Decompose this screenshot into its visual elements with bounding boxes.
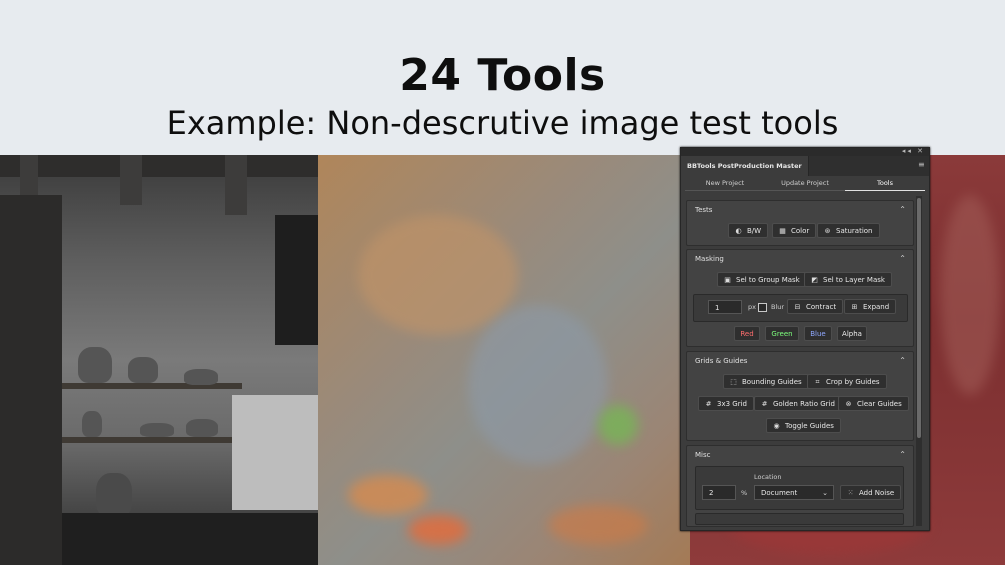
panel-topbar: ◂◂ ✕ (681, 147, 929, 156)
slide-title: 24 Tools (399, 50, 606, 101)
section-grids-title: Grids & Guides (695, 357, 748, 365)
scrollbar-thumb[interactable] (917, 198, 921, 438)
mask-adjust-box: 1 px Blur ⊟ Contract ⊞ Expand (693, 294, 908, 322)
golden-ratio-grid-button[interactable]: # Golden Ratio Grid (754, 396, 842, 411)
panel-titlebar: BBTools PostProduction Master ≡ (681, 156, 929, 176)
contrast-icon: ◐ (735, 227, 742, 235)
section-tests: Tests ⌃ ◐ B/W ▦ Color ⊛ Saturation (686, 200, 914, 246)
tab-tools[interactable]: Tools (845, 176, 925, 191)
saturation-button[interactable]: ⊛ Saturation (817, 223, 880, 238)
plus-box-icon: ⊞ (851, 303, 858, 311)
saturation-icon: ⊛ (824, 227, 831, 235)
eye-icon: ◉ (773, 422, 780, 430)
tab-update-project[interactable]: Update Project (765, 176, 845, 190)
toggle-guides-button[interactable]: ◉ Toggle Guides (766, 418, 841, 433)
blur-checkbox[interactable] (758, 303, 767, 312)
photo-color-test (318, 155, 690, 565)
color-grid-icon: ▦ (779, 227, 786, 235)
panel-window-controls[interactable]: ◂◂ ✕ (902, 147, 925, 155)
minus-box-icon: ⊟ (794, 303, 801, 311)
section-grids-guides: Grids & Guides ⌃ ⬚ Bounding Guides ⌗ Crop … (686, 351, 914, 441)
section-masking: Masking ⌃ ▣ Sel to Group Mask ◩ Sel to Lay… (686, 249, 914, 347)
sel-to-group-mask-button[interactable]: ▣ Sel to Group Mask (717, 272, 807, 287)
next-box (695, 513, 904, 525)
chevron-up-icon[interactable]: ⌃ (899, 450, 906, 459)
section-misc-title: Misc (695, 451, 711, 459)
section-misc: Misc ⌃ Location 2 % Document ⌄ ⁙ Add Nois… (686, 445, 914, 527)
channel-blue-button[interactable]: Blue (804, 326, 832, 341)
bounding-guides-button[interactable]: ⬚ Bounding Guides (723, 374, 809, 389)
contract-button[interactable]: ⊟ Contract (787, 299, 844, 314)
channel-green-button[interactable]: Green (765, 326, 799, 341)
panel-tabs: New Project Update Project Tools (685, 176, 925, 191)
panel-title[interactable]: BBTools PostProduction Master (681, 156, 809, 176)
photo-bw-kitchen (0, 155, 318, 565)
px-value-input[interactable]: 1 (708, 300, 742, 314)
noise-icon: ⁙ (847, 489, 854, 497)
location-label: Location (754, 473, 782, 481)
grid-3x3-button[interactable]: #3x3 Grid (698, 396, 754, 411)
slide-header: 24 Tools Example: Non-descrutive image t… (0, 0, 1005, 155)
expand-button[interactable]: ⊞ Expand (844, 299, 897, 314)
px-label: px (748, 303, 756, 311)
color-button[interactable]: ▦ Color (772, 223, 817, 238)
crop-icon: ⌗ (815, 378, 820, 386)
bbtools-panel: ◂◂ ✕ BBTools PostProduction Master ≡ New… (680, 147, 930, 531)
grid-icon: # (705, 400, 712, 408)
section-tests-title: Tests (695, 206, 713, 214)
layer-mask-icon: ◩ (811, 276, 818, 284)
chevron-up-icon[interactable]: ⌃ (899, 205, 906, 214)
group-mask-icon: ▣ (724, 276, 731, 284)
chevron-up-icon[interactable]: ⌃ (899, 356, 906, 365)
section-masking-title: Masking (695, 255, 724, 263)
location-select[interactable]: Document ⌄ (754, 485, 834, 500)
sel-to-layer-mask-button[interactable]: ◩ Sel to Layer Mask (804, 272, 892, 287)
clear-icon: ⊗ (845, 400, 852, 408)
percent-label: % (741, 489, 748, 497)
noise-value-input[interactable]: 2 (702, 485, 736, 500)
bounding-box-icon: ⬚ (730, 378, 737, 386)
blur-label: Blur (771, 303, 785, 311)
bw-button[interactable]: ◐ B/W (728, 223, 769, 238)
slide-subtitle: Example: Non-descrutive image test tools (166, 104, 839, 142)
channel-red-button[interactable]: Red (734, 326, 760, 341)
noise-box: Location 2 % Document ⌄ ⁙ Add Noise (695, 466, 904, 510)
add-noise-button[interactable]: ⁙ Add Noise (840, 485, 902, 500)
clear-guides-button[interactable]: ⊗ Clear Guides (838, 396, 909, 411)
hamburger-icon[interactable]: ≡ (918, 161, 925, 169)
golden-grid-icon: # (761, 400, 768, 408)
channel-alpha-button[interactable]: Alpha (837, 326, 867, 341)
crop-by-guides-button[interactable]: ⌗ Crop by Guides (807, 374, 887, 389)
chevron-up-icon[interactable]: ⌃ (899, 254, 906, 263)
tab-new-project[interactable]: New Project (685, 176, 765, 190)
chevron-down-icon: ⌄ (822, 489, 828, 497)
